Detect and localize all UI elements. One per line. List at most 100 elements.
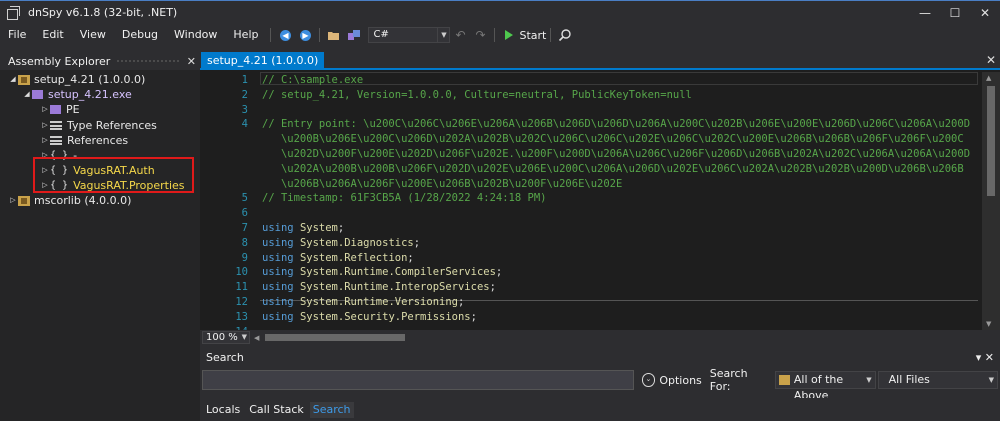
scroll-left-icon[interactable]: ◀ <box>254 334 259 342</box>
tree-item-label: Type References <box>67 119 157 132</box>
start-debugging-button[interactable]: Start <box>505 29 546 42</box>
line-number: 13 <box>235 310 248 323</box>
horizontal-scrollbar-thumb[interactable] <box>265 334 406 341</box>
start-button-label: Start <box>519 28 547 42</box>
expand-icon[interactable]: ▷ <box>40 118 50 133</box>
scrollbar-thumb[interactable] <box>987 86 995 196</box>
assembly-list-icon <box>348 30 361 40</box>
search-panel: Search ▾ ✕ ⌄ Options Search For: All of … <box>200 350 1000 402</box>
line-number: 2 <box>241 88 248 101</box>
code-line: using System.Reflection; <box>262 251 414 264</box>
module-icon <box>32 90 43 99</box>
assembly-explorer-panel: Assembly Explorer ✕ ◢ setup_4.21 (1.0.0.… <box>0 52 200 421</box>
document-tab[interactable]: setup_4.21 (1.0.0.0) <box>201 52 325 70</box>
line-number: 9 <box>241 251 248 264</box>
expand-icon[interactable]: ◢ <box>8 72 18 87</box>
toolbar-separator <box>319 28 321 42</box>
panel-drag-handle[interactable] <box>116 58 181 64</box>
toolbar-separator <box>270 28 272 42</box>
search-controls: ⌄ Options Search For: All of the Above ▼… <box>202 367 998 402</box>
scroll-up-icon[interactable]: ▲ <box>986 74 991 82</box>
tab-call-stack[interactable]: Call Stack <box>246 402 306 418</box>
code-line: using System.Diagnostics; <box>262 236 421 249</box>
undo-button[interactable]: ↶ <box>451 26 469 44</box>
expand-icon[interactable]: ▷ <box>40 102 50 117</box>
redo-button[interactable]: ↷ <box>471 26 489 44</box>
menu-help[interactable]: Help <box>225 24 266 46</box>
tree-item-label: setup_4.21.exe <box>48 88 132 101</box>
references-icon <box>50 136 62 145</box>
type-references-icon <box>50 121 62 130</box>
search-input[interactable] <box>202 370 634 390</box>
tree-item-type-references[interactable]: ▷ Type References <box>40 118 157 133</box>
zoom-select[interactable]: 100 % ▼ <box>202 331 250 344</box>
tree-item-mscorlib[interactable]: ▷ mscorlib (4.0.0.0) <box>8 193 131 208</box>
expand-icon[interactable]: ▷ <box>40 133 50 148</box>
expand-icon[interactable]: ▷ <box>8 193 18 208</box>
tab-search[interactable]: Search <box>309 401 354 418</box>
tree-item-pe[interactable]: ▷ PE <box>40 102 79 117</box>
navigate-forward-button[interactable]: ▶ <box>296 26 314 44</box>
options-label[interactable]: Options <box>659 374 701 387</box>
toolbar-separator <box>550 28 552 42</box>
vertical-scrollbar[interactable]: ▲ ▼ <box>982 72 1000 330</box>
code-line: \u200B\u206E\u200C\u206D\u202A\u202B\u20… <box>262 133 964 146</box>
editor-zoom-bar: 100 % ▼ ◀ <box>200 330 1000 345</box>
module-icon <box>50 105 61 114</box>
chevron-down-icon: ▼ <box>988 376 994 384</box>
redo-icon: ↷ <box>475 28 486 42</box>
line-number: 4 <box>241 118 248 131</box>
search-scope-select[interactable]: All Files ▼ <box>877 371 998 389</box>
assembly-icon <box>18 74 30 85</box>
navigate-back-button[interactable]: ◀ <box>276 26 294 44</box>
menu-window[interactable]: Window <box>166 24 225 46</box>
close-button[interactable]: ✕ <box>970 1 1000 25</box>
open-list-button[interactable] <box>345 26 363 44</box>
menu-file[interactable]: File <box>0 24 34 46</box>
assembly-explorer-title: Assembly Explorer <box>8 54 111 68</box>
search-scope-value: All Files <box>888 373 930 386</box>
menu-edit[interactable]: Edit <box>34 24 71 46</box>
menu-view[interactable]: View <box>72 24 114 46</box>
search-for-label: Search For: <box>709 367 748 393</box>
toolbar-separator <box>494 28 496 42</box>
close-tab-icon[interactable]: ✕ <box>986 53 996 67</box>
line-number: 5 <box>241 192 248 205</box>
tree-item-references[interactable]: ▷ References <box>40 133 128 148</box>
tree-item-setup-assembly[interactable]: ◢ setup_4.21 (1.0.0.0) <box>8 72 145 87</box>
options-toggle-icon[interactable]: ⌄ <box>641 373 656 387</box>
line-number: 11 <box>235 281 248 294</box>
assembly-icon <box>18 195 30 206</box>
menu-debug[interactable]: Debug <box>114 24 166 46</box>
scroll-down-icon[interactable]: ▼ <box>986 320 991 328</box>
current-line-highlight <box>260 72 978 85</box>
line-number: 1 <box>241 74 248 86</box>
search-panel-title: Search <box>206 351 244 364</box>
maximize-button[interactable]: ☐ <box>940 1 970 25</box>
tree-item-label: References <box>67 134 129 147</box>
code-line: \u202A\u200B\u200B\u206F\u202D\u202E\u20… <box>262 162 964 175</box>
language-select[interactable]: C# ▼ <box>368 27 451 43</box>
line-number: 8 <box>241 236 248 249</box>
open-button[interactable] <box>325 26 343 44</box>
tab-locals[interactable]: Locals <box>203 402 243 418</box>
expand-icon[interactable]: ◢ <box>22 87 32 102</box>
chevron-down-icon: ▼ <box>866 376 872 384</box>
window-title: dnSpy v6.1.8 (32-bit, .NET) <box>28 6 178 19</box>
close-panel-icon[interactable]: ✕ <box>187 55 196 68</box>
line-number: 3 <box>241 103 248 116</box>
panel-menu-close-icon[interactable]: ▾ ✕ <box>976 350 994 366</box>
minimize-button[interactable]: — <box>910 1 940 25</box>
search-for-select[interactable]: All of the Above ▼ <box>774 371 876 402</box>
search-icon <box>559 29 572 42</box>
assembly-icon <box>778 375 790 385</box>
line-number: 10 <box>235 266 248 279</box>
chevron-down-icon: ▼ <box>437 28 449 42</box>
code-line: using System.Runtime.CompilerServices; <box>262 266 503 279</box>
code-view[interactable]: 1 // C:\sample.exe 2 // setup_4.21, Version… <box>200 72 982 330</box>
code-line: using System; <box>262 222 345 234</box>
dnspy-app-icon <box>6 5 20 20</box>
search-toolbar-button[interactable] <box>556 26 574 44</box>
menu-toolbar-row: File Edit View Debug Window Help ◀ ▶ C# … <box>0 24 1000 46</box>
tree-item-setup-exe[interactable]: ◢ setup_4.21.exe <box>22 87 132 102</box>
